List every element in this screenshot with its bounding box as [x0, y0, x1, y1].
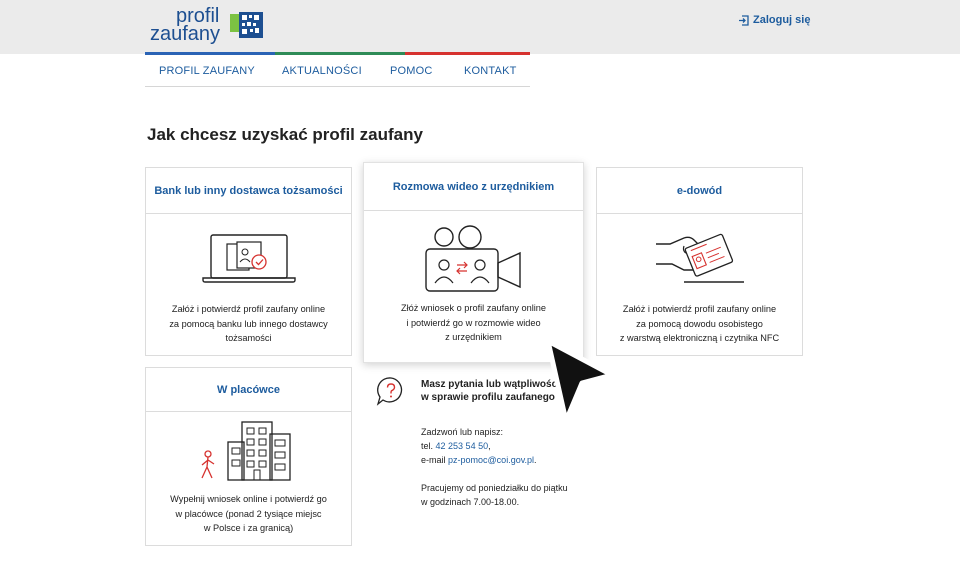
hours-line: Pracujemy od poniedziałku do piątku [421, 483, 568, 493]
page-title: Jak chcesz uzyskać profil zaufany [147, 125, 423, 144]
email-link[interactable]: pz-pomoc@coi.gov.pl [448, 455, 534, 465]
description-line: w placówce (ponad 2 tysiące miejsc [175, 508, 322, 519]
login-label: Zaloguj się [753, 14, 811, 26]
phone-label: tel. [421, 441, 434, 451]
option-card-video[interactable]: Rozmowa wideo z urzędnikiem Złóż wniosek… [363, 162, 584, 363]
description-line: za pomocą dowodu osobistego [636, 318, 763, 329]
contact-intro: Zadzwoń lub napisz: [421, 427, 504, 437]
question-bubble-icon [376, 377, 403, 406]
email-suffix: . [534, 455, 537, 465]
phone-row: tel. 42 253 54 50, [421, 439, 491, 453]
description-line: Wypełnij wniosek online i potwierdź go [170, 494, 327, 504]
login-link[interactable]: Zaloguj się [738, 14, 810, 26]
description-line: Załóż i potwierdź profil zaufany online [622, 304, 777, 314]
option-card-title[interactable]: e-dowód [597, 168, 802, 214]
logo-line-2: zaufany [150, 23, 221, 45]
main-nav: PROFIL ZAUFANY AKTUALNOŚCI POMOC KONTAKT [145, 56, 530, 87]
video-camera-icon [425, 225, 521, 292]
description-line: Złóż wniosek o profil zaufany online [400, 303, 547, 313]
description-line: Załóż i potwierdź profil zaufany online [171, 304, 326, 314]
nav-item-pomoc[interactable]: POMOC [390, 65, 433, 77]
description-line: tożsamości [225, 333, 272, 343]
hours-text: Pracujemy od poniedziałku do piątku w go… [421, 481, 568, 509]
nav-item-profil-zaufany[interactable]: PROFIL ZAUFANY [159, 65, 255, 77]
option-card-title[interactable]: Rozmowa wideo z urzędnikiem [364, 163, 583, 211]
email-label: e-mail [421, 455, 446, 465]
brand-stripe-green [275, 52, 405, 55]
top-bar: profil zaufany Zaloguj się [0, 0, 960, 54]
description-line: za pomocą banku lub innego dostawcy [169, 318, 328, 329]
logo-mark-icon [230, 12, 263, 38]
option-card-description: Wypełnij wniosek online i potwierdź go w… [154, 492, 343, 536]
building-icon [201, 421, 291, 481]
login-icon [739, 14, 749, 26]
brand-stripe-red [405, 52, 530, 55]
laptop-verify-icon [202, 234, 296, 283]
nav-item-aktualnosci[interactable]: AKTUALNOŚCI [282, 65, 362, 77]
description-line: w Polsce i za granicą) [203, 523, 294, 533]
option-card-title[interactable]: Bank lub inny dostawca tożsamości [146, 168, 351, 214]
option-card-bank[interactable]: Bank lub inny dostawca tożsamości Załóż … [145, 167, 352, 356]
brand-stripe-blue [145, 52, 275, 55]
description-line: z warstwą elektroniczną i czytnika NFC [619, 333, 780, 343]
id-card-icon [656, 233, 744, 283]
option-card-e-dowod[interactable]: e-dowód Załóż i potwierdź profil zaufany… [596, 167, 803, 356]
option-card-description: Załóż i potwierdź profil zaufany online … [605, 302, 794, 346]
option-card-title[interactable]: W placówce [146, 368, 351, 412]
description-line: i potwierdź go w rozmowie wideo [406, 317, 541, 328]
option-card-description: Załóż i potwierdź profil zaufany online … [154, 302, 343, 346]
hours-line: w godzinach 7.00-18.00. [421, 497, 520, 507]
profil-zaufany-logo[interactable]: profil zaufany [150, 6, 270, 46]
option-card-placowka[interactable]: W placówce Wypełnij wniosek online i pot… [145, 367, 352, 546]
email-row: e-mail pz-pomoc@coi.gov.pl. [421, 453, 537, 467]
mouse-pointer-icon [545, 338, 615, 424]
phone-link[interactable]: 42 253 54 50 [436, 441, 489, 451]
nav-item-kontakt[interactable]: KONTAKT [464, 65, 517, 77]
phone-suffix: , [488, 441, 491, 451]
